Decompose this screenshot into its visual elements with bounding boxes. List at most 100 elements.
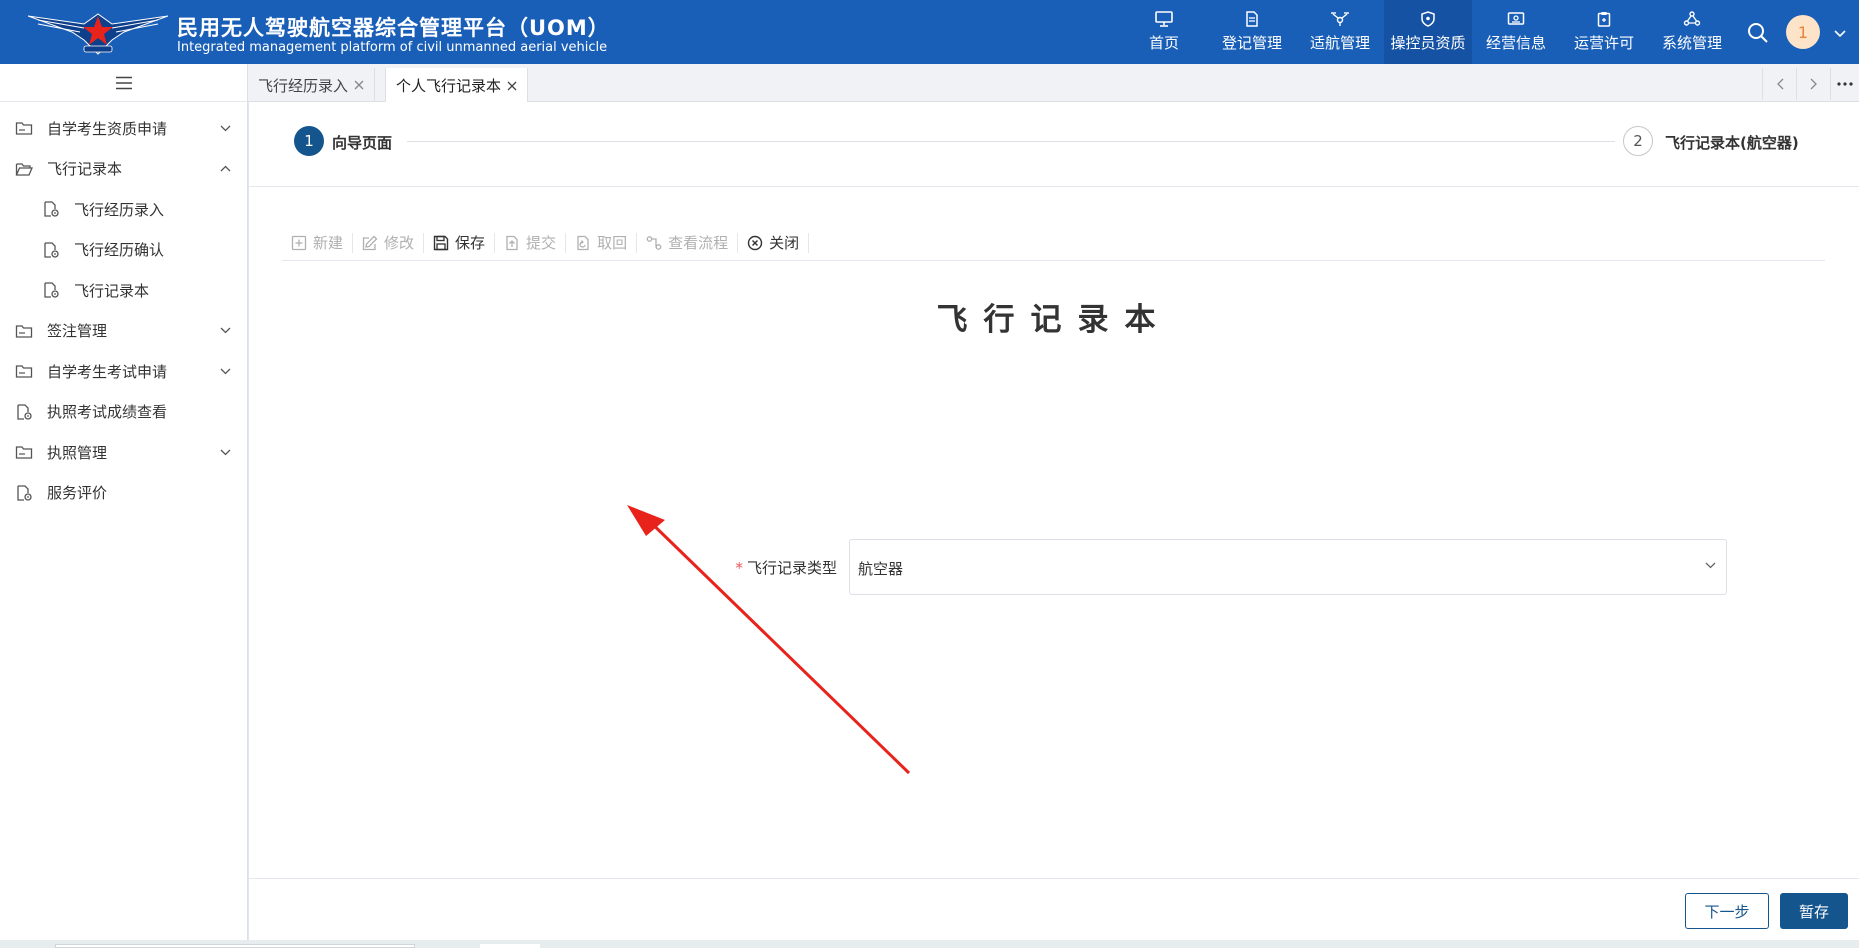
nav-business-info[interactable]: 经营信息: [1472, 0, 1560, 64]
flight-record-type-select[interactable]: 航空器: [849, 539, 1727, 595]
add-file-icon: [291, 235, 307, 250]
sidebar-item-label: 签注管理: [47, 322, 108, 341]
save-label: 保存: [455, 234, 486, 252]
caac-logo: [28, 13, 168, 55]
clipboard-icon: [1597, 12, 1611, 27]
temp-save-button[interactable]: 暂存: [1780, 893, 1848, 929]
tab-flight-experience-entry[interactable]: 飞行经历录入: [248, 68, 376, 102]
close-icon[interactable]: [507, 81, 517, 91]
sidebar-item-self-study-exam[interactable]: 自学考生考试申请: [0, 351, 247, 392]
user-avatar[interactable]: 1: [1786, 15, 1820, 49]
search-icon[interactable]: [1746, 21, 1770, 45]
view-flow-button[interactable]: 查看流程: [637, 232, 739, 253]
chevron-left-icon: [1776, 78, 1783, 90]
nav-airworthiness[interactable]: 适航管理: [1296, 0, 1384, 64]
flow-icon: [646, 235, 662, 250]
sidebar-item-exam-results[interactable]: 执照考试成绩查看: [0, 392, 247, 433]
main-panel: 1 向导页面 2 飞行记录本(航空器) 新建 修改 保存 提交 取回 查看流程: [249, 102, 1859, 940]
sidebar-item-label: 飞行经历录入: [74, 200, 165, 219]
save-icon: [433, 235, 449, 250]
tab-scroll-right-button[interactable]: [1796, 68, 1830, 100]
nav-label: 操控员资质: [1390, 34, 1466, 52]
chevron-down-icon: [220, 327, 231, 334]
next-step-button[interactable]: 下一步: [1685, 893, 1769, 929]
top-nav: 首页 登记管理 适航管理 操控员资质 经营信息 运营许可 系统管理: [1120, 0, 1736, 64]
step-divider: [407, 141, 1615, 142]
sidebar-item-flight-experience-confirm[interactable]: 飞行经历确认: [0, 230, 247, 271]
step-1-label: 向导页面: [332, 134, 393, 152]
tab-scroll-left-button[interactable]: [1762, 68, 1796, 100]
bottom-strip: [0, 940, 1859, 948]
folder-icon: [15, 365, 33, 378]
tab-personal-flight-logbook[interactable]: 个人飞行记录本: [385, 68, 529, 103]
file-gear-icon: [44, 282, 59, 298]
tab-more-button[interactable]: [1830, 68, 1859, 100]
retrieve-button[interactable]: 取回: [566, 232, 638, 253]
shield-icon: [1421, 11, 1435, 27]
sidebar-item-flight-logbook[interactable]: 飞行记录本: [0, 149, 247, 190]
step-1-number: 1: [294, 126, 324, 156]
file-gear-icon: [44, 242, 59, 258]
folder-icon: [15, 122, 33, 135]
folder-icon: [15, 325, 33, 338]
flight-record-type-label: * 飞行记录类型: [579, 557, 837, 578]
close-icon[interactable]: [354, 80, 364, 90]
field-label-text: 飞行记录类型: [746, 559, 837, 577]
view-flow-label: 查看流程: [668, 234, 729, 252]
chevron-down-icon: [1705, 562, 1716, 569]
sidebar-item-flight-experience-entry[interactable]: 飞行经历录入: [0, 189, 247, 230]
chevron-down-icon: [220, 368, 231, 375]
sidebar-item-label: 服务评价: [47, 484, 108, 503]
more-icon: [1837, 82, 1853, 86]
nav-home[interactable]: 首页: [1120, 0, 1208, 64]
strip-segment: [55, 944, 415, 948]
sidebar-item-service-rating[interactable]: 服务评价: [0, 473, 247, 514]
step-2-label: 飞行记录本(航空器): [1665, 134, 1799, 152]
sidebar-item-label: 自学考生考试申请: [47, 362, 168, 381]
sidebar-item-license-management[interactable]: 执照管理: [0, 432, 247, 473]
menu-toggle-button[interactable]: [0, 64, 247, 102]
sidebar-item-self-study-qualification[interactable]: 自学考生资质申请: [0, 108, 247, 149]
footer-actions: 下一步 暂存: [249, 878, 1859, 940]
chevron-up-icon: [220, 165, 231, 172]
sidebar-menu: 自学考生资质申请 飞行记录本 飞行经历录入 飞行经历确认 飞行记录本 签注管理 …: [0, 102, 247, 513]
top-header: 民用无人驾驶航空器综合管理平台（UOM） Integrated manageme…: [0, 0, 1859, 64]
nav-registration[interactable]: 登记管理: [1208, 0, 1296, 64]
nav-system-management[interactable]: 系统管理: [1648, 0, 1736, 64]
nav-operation-permit[interactable]: 运营许可: [1560, 0, 1648, 64]
nav-operator-qualification[interactable]: 操控员资质: [1384, 0, 1472, 64]
retrieve-icon: [577, 235, 589, 250]
submit-button[interactable]: 提交: [495, 232, 567, 253]
sidebar: 自学考生资质申请 飞行记录本 飞行经历录入 飞行经历确认 飞行记录本 签注管理 …: [0, 64, 248, 948]
step-2-number: 2: [1623, 126, 1653, 156]
upload-file-icon: [506, 235, 518, 250]
step-wizard: 1 向导页面 2 飞行记录本(航空器): [249, 102, 1859, 187]
chevron-down-icon: [220, 125, 231, 132]
sidebar-item-label: 执照管理: [47, 443, 108, 462]
app-title: 民用无人驾驶航空器综合管理平台（UOM）: [177, 16, 610, 40]
page-title: 飞行记录本: [936, 302, 1172, 338]
close-button[interactable]: 关闭: [738, 232, 810, 253]
card-icon: [1507, 12, 1525, 25]
flight-record-type-row: * 飞行记录类型 航空器: [579, 539, 1727, 595]
cube-icon: [1683, 11, 1701, 26]
edit-label: 修改: [384, 234, 415, 252]
strip-segment: [480, 944, 540, 948]
sidebar-item-label: 飞行记录本: [47, 160, 123, 179]
tab-bar: 飞行经历录入 个人飞行记录本: [248, 64, 1859, 103]
sidebar-item-label: 自学考生资质申请: [47, 119, 168, 138]
toolbar: 新建 修改 保存 提交 取回 查看流程 关闭: [282, 225, 1825, 261]
sidebar-item-flight-logbook-page[interactable]: 飞行记录本: [0, 270, 247, 311]
save-button[interactable]: 保存: [424, 232, 496, 253]
chevron-down-icon: [220, 449, 231, 456]
close-label: 关闭: [769, 234, 800, 252]
new-label: 新建: [313, 234, 344, 252]
new-button[interactable]: 新建: [282, 232, 354, 253]
sidebar-item-endorsement[interactable]: 签注管理: [0, 311, 247, 352]
sidebar-item-label: 飞行记录本: [74, 281, 150, 300]
chevron-down-icon[interactable]: [1834, 30, 1846, 38]
file-gear-icon: [17, 404, 32, 420]
edit-button[interactable]: 修改: [353, 232, 425, 253]
drone-icon: [1331, 12, 1349, 26]
document-icon: [1246, 11, 1258, 27]
